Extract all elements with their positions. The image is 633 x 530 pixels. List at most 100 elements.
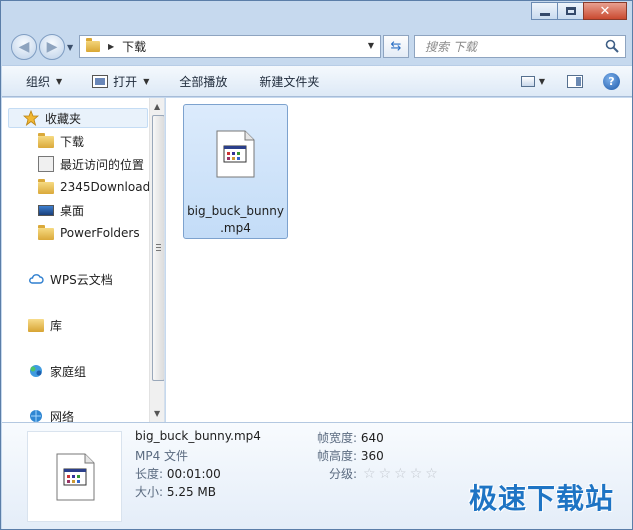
toolbar-right: ▼ ?	[520, 66, 632, 96]
cloud-icon	[29, 274, 44, 284]
star-icon[interactable]: ☆	[363, 467, 376, 481]
help-icon[interactable]: ?	[603, 72, 620, 90]
new-folder-label: 新建文件夹	[259, 74, 320, 89]
folder-icon	[38, 225, 54, 240]
recent-places-icon	[38, 156, 54, 172]
detail-value: 5.25 MB	[166, 485, 216, 499]
sidebar-item-wps-cloud[interactable]: WPS云文档	[28, 269, 113, 289]
sidebar-item-label: 收藏夹	[45, 111, 82, 126]
star-icon	[23, 110, 39, 126]
grip-icon	[156, 244, 161, 251]
play-all-label: 全部播放	[179, 74, 228, 89]
explorer-window: ✕ ◀ ▶ ▼ ▶ 下载 ▼ ⇆ 搜索 下载 组织 ▼ 打开 ▼ 全部播放 新建…	[0, 0, 633, 530]
sidebar-item-downloads[interactable]: 下载	[38, 131, 84, 151]
search-placeholder: 搜索 下载	[425, 40, 477, 54]
details-pane: big_buck_bunny.mp4 MP4 文件 长度: 00:01:00 大…	[2, 422, 632, 529]
star-icon[interactable]: ☆	[379, 467, 392, 481]
refresh-icon: ⇆	[390, 39, 402, 54]
new-folder-button[interactable]: 新建文件夹	[251, 69, 327, 93]
sidebar-item-2345downloads[interactable]: 2345Downloads	[38, 177, 152, 197]
detail-size: 大小: 5.25 MB	[135, 483, 216, 500]
folder-icon	[38, 179, 54, 194]
detail-label: 分级:	[329, 467, 358, 481]
refresh-button[interactable]: ⇆	[383, 35, 409, 58]
sidebar-item-label: WPS云文档	[50, 272, 113, 287]
detail-label: 帧高度:	[317, 449, 358, 463]
file-name: big_buck_bunny .mp4	[184, 203, 287, 237]
sidebar-item-label: 最近访问的位置	[60, 157, 145, 172]
navigation-pane: 收藏夹 下载 最近访问的位置 2345Downloads 桌面 PowerFol…	[2, 98, 165, 422]
media-player-icon	[92, 74, 109, 88]
scroll-down-icon[interactable]: ▼	[154, 409, 160, 418]
change-view-icon[interactable]	[520, 75, 535, 87]
command-bar: 组织 ▼ 打开 ▼ 全部播放 新建文件夹 ▼ ?	[2, 65, 632, 97]
file-item[interactable]: big_buck_bunny .mp4	[183, 104, 288, 239]
back-button[interactable]: ◀	[11, 34, 37, 60]
sidebar-item-network[interactable]: 网络	[28, 406, 74, 422]
detail-value: 640	[360, 431, 384, 445]
scroll-up-icon[interactable]: ▲	[154, 102, 160, 111]
maximize-icon	[565, 7, 576, 15]
file-name-line: big_buck_bunny	[187, 204, 284, 218]
desktop-icon	[38, 204, 54, 216]
detail-label: 长度:	[135, 467, 164, 481]
sidebar-item-powerfolders[interactable]: PowerFolders	[38, 223, 140, 243]
watermark: 极速下载站	[468, 482, 614, 515]
detail-value: 00:01:00	[166, 467, 221, 481]
details-thumbnail	[27, 431, 122, 522]
sidebar-item-library[interactable]: 库	[28, 315, 62, 335]
sidebar-item-label: 下载	[60, 134, 85, 149]
sidebar-item-label: 2345Downloads	[60, 180, 152, 194]
chevron-down-icon: ▼	[143, 76, 150, 86]
organize-label: 组织	[26, 74, 51, 89]
address-row: ◀ ▶ ▼ ▶ 下载 ▼ ⇆ 搜索 下载	[1, 31, 633, 61]
chevron-down-icon[interactable]: ▼	[539, 77, 545, 86]
search-icon[interactable]	[605, 39, 619, 53]
library-icon	[28, 318, 44, 332]
star-icon[interactable]: ☆	[410, 467, 423, 481]
star-icon[interactable]: ☆	[425, 467, 438, 481]
detail-file-type: MP4 文件	[135, 449, 189, 463]
minimize-button[interactable]	[531, 2, 558, 20]
breadcrumb-separator-icon[interactable]: ▶	[108, 42, 114, 51]
caption-buttons: ✕	[531, 2, 627, 20]
recent-pages-dropdown-icon[interactable]: ▼	[67, 43, 73, 52]
detail-value: 360	[360, 449, 384, 463]
detail-file-name: big_buck_bunny.mp4	[135, 429, 261, 443]
sidebar-item-favorites[interactable]: 收藏夹	[8, 108, 148, 128]
play-all-button[interactable]: 全部播放	[171, 69, 235, 93]
chevron-down-icon: ▼	[56, 76, 63, 86]
search-input[interactable]: 搜索 下载	[414, 35, 626, 58]
star-icon[interactable]: ☆	[394, 467, 407, 481]
downloads-folder-icon	[38, 133, 54, 148]
detail-length: 长度: 00:01:00	[135, 465, 221, 482]
minimize-icon	[539, 12, 550, 16]
close-button[interactable]: ✕	[583, 2, 627, 20]
sidebar-item-desktop[interactable]: 桌面	[38, 200, 84, 220]
preview-pane-icon[interactable]	[567, 74, 583, 88]
rating-stars[interactable]: ☆ ☆ ☆ ☆ ☆	[363, 467, 441, 481]
open-button[interactable]: 打开 ▼	[84, 69, 157, 93]
folder-icon	[86, 38, 100, 52]
sidebar-item-recent-places[interactable]: 最近访问的位置	[38, 154, 144, 174]
network-icon	[30, 410, 42, 422]
detail-label: 大小:	[135, 485, 164, 499]
open-label: 打开	[113, 74, 138, 89]
file-name-line: .mp4	[220, 221, 251, 235]
nav-scrollbar[interactable]: ▲ ▼	[149, 98, 164, 422]
address-dropdown-icon[interactable]: ▼	[368, 41, 374, 50]
breadcrumb-item[interactable]: 下载	[122, 38, 146, 55]
scroll-thumb[interactable]	[152, 115, 164, 381]
sidebar-item-label: 桌面	[60, 203, 85, 218]
maximize-button[interactable]	[557, 2, 584, 20]
detail-rating: 分级: ☆ ☆ ☆ ☆ ☆	[329, 465, 441, 482]
sidebar-item-label: PowerFolders	[60, 226, 140, 240]
sidebar-item-homegroup[interactable]: 家庭组	[28, 361, 86, 381]
sidebar-item-label: 家庭组	[50, 364, 87, 379]
sidebar-item-label: 库	[50, 318, 63, 333]
organize-button[interactable]: 组织 ▼	[18, 69, 70, 93]
close-icon: ✕	[599, 3, 611, 19]
video-file-icon	[216, 130, 255, 178]
forward-button[interactable]: ▶	[39, 34, 65, 60]
address-bar[interactable]: ▶ 下载 ▼	[79, 35, 381, 58]
